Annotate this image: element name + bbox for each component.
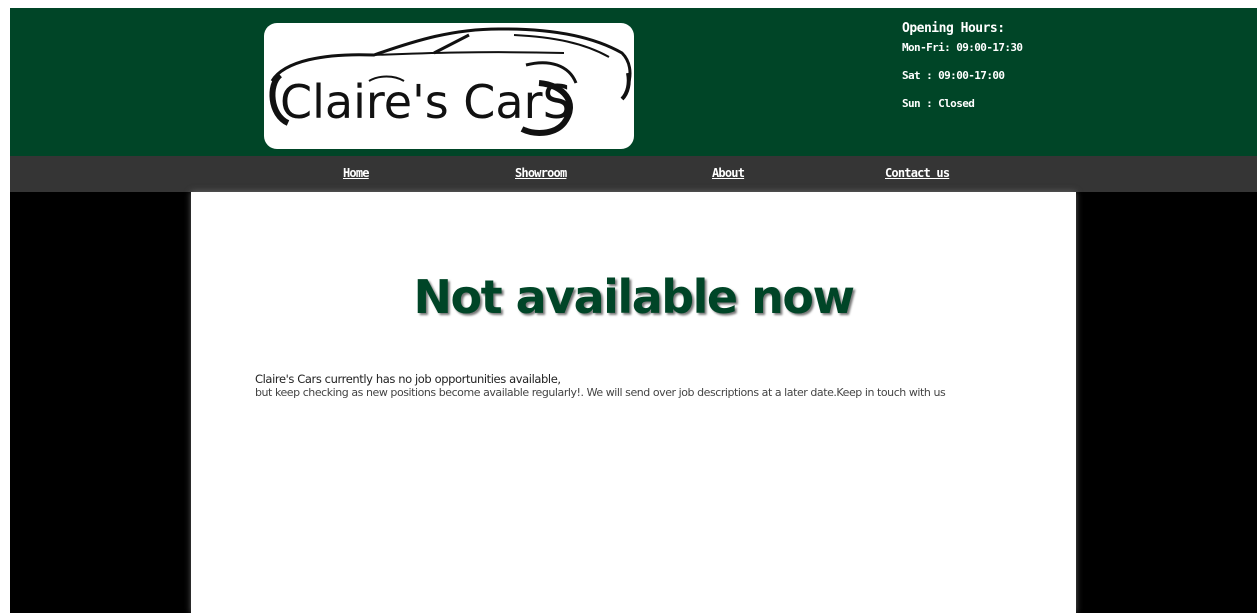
- logo-text: Claire's CarS: [280, 75, 572, 129]
- nav-link-home[interactable]: Home: [343, 166, 369, 180]
- site-header: Claire's CarS Opening Hours: Mon-Fri: 09…: [10, 8, 1257, 156]
- message-line-1: Claire's Cars currently has no job oppor…: [255, 372, 561, 386]
- logo[interactable]: Claire's CarS: [264, 23, 634, 149]
- hours-saturday: Sat : 09:00-17:00: [902, 69, 1005, 82]
- opening-hours: Opening Hours: Mon-Fri: 09:00-17:30 Sat …: [902, 21, 1023, 126]
- hours-weekday: Mon-Fri: 09:00-17:30: [902, 41, 1023, 54]
- page-background: Claire's CarS Opening Hours: Mon-Fri: 09…: [10, 8, 1257, 613]
- page-title: Not available now: [413, 270, 855, 324]
- main-content: Not available now Claire's Cars currentl…: [191, 192, 1076, 613]
- message-line-2: but keep checking as new positions becom…: [255, 386, 946, 399]
- hours-title: Opening Hours:: [902, 21, 1005, 36]
- nav-link-contact[interactable]: Contact us: [885, 166, 950, 180]
- nav-bar: Home Showroom About Contact us: [10, 156, 1257, 192]
- nav-link-about[interactable]: About: [712, 166, 745, 180]
- nav-link-showroom[interactable]: Showroom: [515, 166, 567, 180]
- hours-sunday: Sun : Closed: [902, 97, 975, 110]
